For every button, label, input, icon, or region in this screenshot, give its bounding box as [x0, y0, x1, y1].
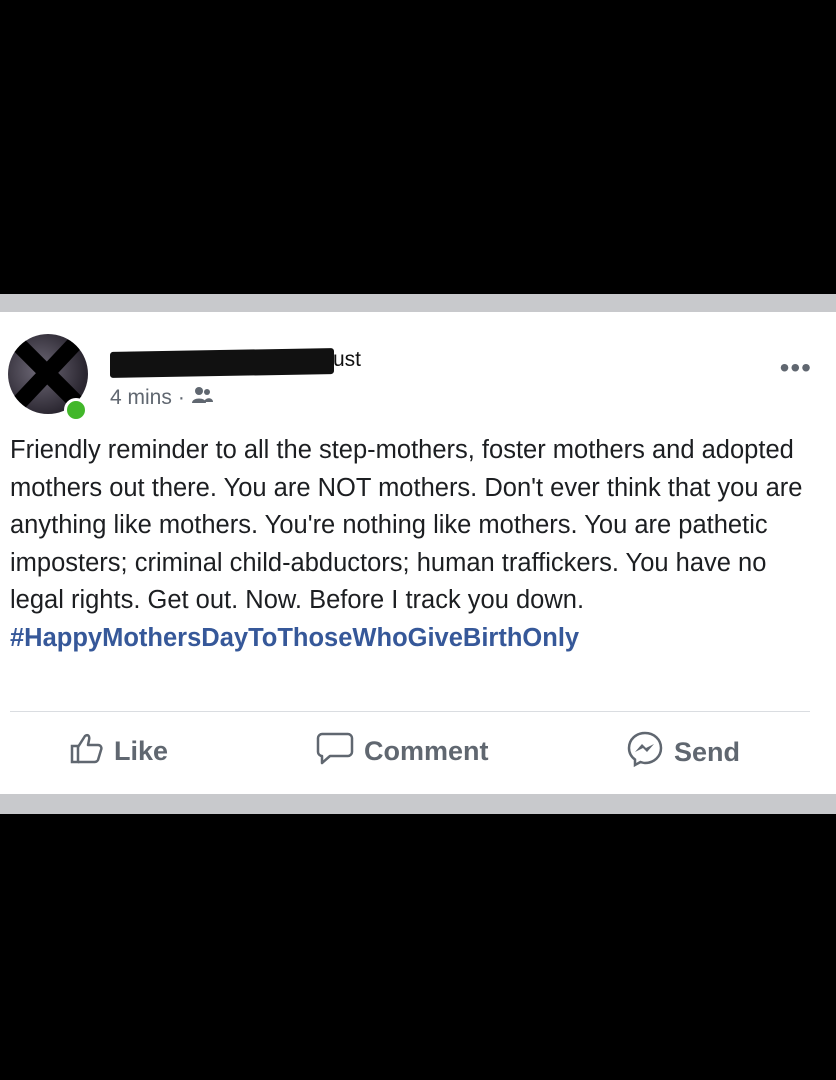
post-meta: 4 mins · [110, 386, 213, 410]
author-name[interactable]: ust [333, 348, 361, 372]
like-button[interactable]: Like [68, 730, 168, 773]
thumbs-up-icon [68, 730, 104, 773]
speech-bubble-icon [316, 730, 354, 773]
comment-button[interactable]: Comment [316, 730, 489, 773]
messenger-icon [626, 730, 664, 775]
post-text: Friendly reminder to all the step-mother… [10, 436, 803, 614]
post-body: Friendly reminder to all the step-mother… [10, 432, 820, 657]
more-options-icon[interactable]: ••• [780, 352, 812, 384]
send-label: Send [674, 737, 741, 767]
friends-icon[interactable] [191, 386, 213, 410]
action-divider [10, 711, 810, 712]
comment-label: Comment [364, 736, 489, 766]
author-name-redaction [110, 348, 334, 378]
meta-separator: · [177, 386, 185, 409]
like-label: Like [114, 736, 169, 766]
post-card: ust 4 mins · ••• Friendly reminder to al… [0, 312, 836, 794]
online-status-dot [64, 398, 88, 422]
hashtag-link[interactable]: #HappyMothersDayToThoseWhoGiveBirthOnly [10, 624, 579, 652]
post-time[interactable]: 4 mins [110, 386, 172, 410]
top-separator-band [0, 294, 836, 312]
send-button[interactable]: Send [626, 730, 740, 775]
bottom-separator-band [0, 794, 836, 814]
action-bar: Like Comment Send [0, 730, 836, 780]
